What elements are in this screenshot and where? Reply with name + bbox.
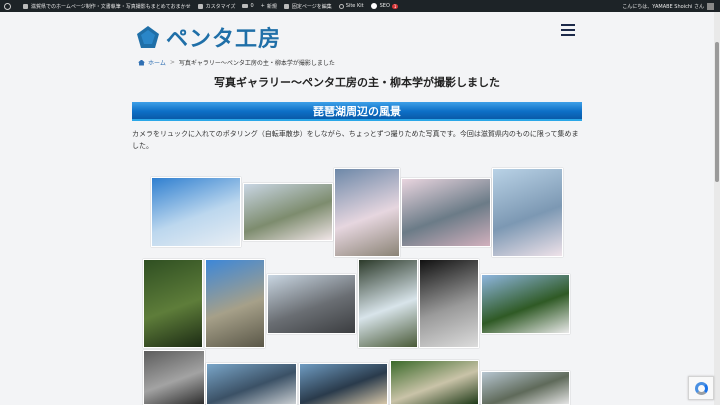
wordpress-logo-icon[interactable]: [4, 2, 16, 10]
castle-forest-photo[interactable]: [481, 274, 570, 334]
menu-bar-icon: [561, 24, 575, 26]
lake-view-cherry-photo[interactable]: [492, 168, 563, 257]
stone-pagoda-photo[interactable]: [205, 259, 265, 348]
seo-notification-badge: 1: [391, 3, 399, 9]
home-icon: [138, 59, 145, 66]
cherry-blossoms-hillside-photo[interactable]: [401, 178, 491, 247]
section-heading: 琵琶湖周辺の風景: [132, 102, 582, 121]
admin-customize-link[interactable]: カスタマイズ: [197, 3, 235, 10]
admin-comments-link[interactable]: 0: [242, 3, 254, 9]
recaptcha-icon: [695, 382, 708, 395]
waterfall-photo[interactable]: [358, 259, 418, 348]
wooden-pier-photo[interactable]: [267, 274, 356, 334]
cherry-tree-mountain-photo[interactable]: [334, 168, 400, 257]
brush-icon: [197, 3, 203, 9]
mountain-valley-cherry-photo[interactable]: [243, 183, 333, 241]
stone-buddha-photo[interactable]: [143, 350, 205, 405]
seo-icon: [370, 3, 377, 9]
temple-forest-photo[interactable]: [390, 360, 479, 405]
bridge-ruins-photo[interactable]: [481, 371, 570, 405]
page-title: 写真ギャラリー〜ペンタ工房の主・柳本学が撮影しました: [214, 76, 500, 89]
breadcrumb-home-link[interactable]: ホーム: [148, 58, 166, 67]
page-scrollbar[interactable]: [714, 12, 720, 405]
mossy-garden-photo[interactable]: [143, 259, 203, 348]
lake-pavilion-mono-photo[interactable]: [419, 259, 479, 348]
plus-icon: +: [260, 3, 265, 9]
cherry-blossoms-lake-photo[interactable]: [151, 177, 241, 247]
admin-account-menu[interactable]: こんにちは、YAMABE Shoichi さん: [622, 0, 714, 12]
intro-paragraph: カメラをリュックに入れてのポタリング（自転車散歩）をしながら、ちょっとずつ撮りた…: [132, 130, 579, 150]
admin-site-title[interactable]: 滋賀県でのホームページ制作・文書執筆・写真撮影もまとめておまかせ: [23, 3, 191, 10]
breadcrumb-current: 写真ギャラリー〜ペンタ工房の主・柳本学が撮影しました: [178, 60, 335, 67]
menu-bar-icon: [561, 29, 575, 31]
site-logo-text: ペンタ工房: [166, 27, 282, 52]
admin-seo-link[interactable]: SEO 1: [370, 3, 399, 9]
recaptcha-badge[interactable]: [688, 376, 714, 400]
admin-edit-page-link[interactable]: 固定ページを編集: [283, 3, 332, 10]
breadcrumb-separator: >: [169, 59, 175, 66]
avatar: [707, 2, 714, 10]
hamburger-menu-button[interactable]: [561, 24, 575, 36]
menu-bar-icon: [561, 34, 575, 36]
breadcrumb: ホーム > 写真ギャラリー〜ペンタ工房の主・柳本学が撮影しました: [138, 58, 335, 67]
comment-icon: [242, 4, 249, 8]
pentagon-logo-icon: [137, 26, 159, 48]
lakeside-posts-photo[interactable]: [299, 363, 388, 405]
home-icon: [23, 3, 28, 9]
harbor-boats-photo[interactable]: [206, 363, 297, 405]
google-icon: [338, 3, 344, 9]
scrollbar-thumb[interactable]: [715, 42, 719, 182]
admin-new-link[interactable]: + 新規: [261, 3, 277, 10]
site-logo[interactable]: ペンタ工房: [136, 22, 281, 52]
pencil-icon: [283, 3, 289, 9]
admin-bar: 滋賀県でのホームページ制作・文書執筆・写真撮影もまとめておまかせ カスタマイズ …: [0, 0, 720, 12]
admin-sitekit-link[interactable]: Site Kit: [338, 3, 364, 9]
